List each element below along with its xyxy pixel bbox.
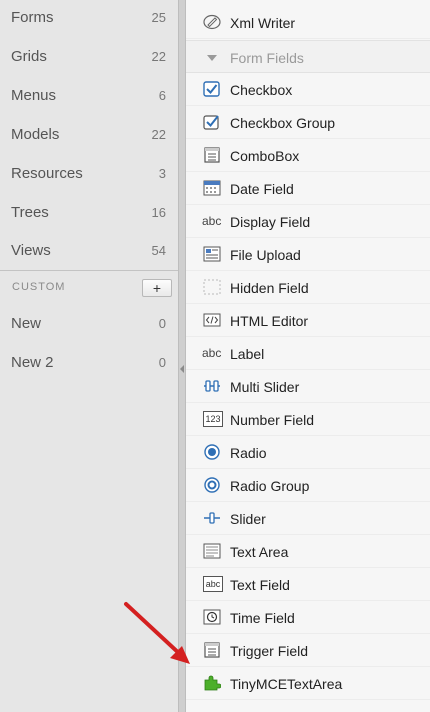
toolbox-item-xml-writer[interactable]: Xml Writer [186, 6, 430, 39]
custom-item-new[interactable]: New 0 [0, 306, 178, 345]
left-item-label: Views [11, 242, 51, 259]
radio-icon [204, 444, 220, 460]
radio-group-icon [204, 477, 220, 493]
toolbox-item-checkbox-group[interactable]: Checkbox Group [186, 106, 430, 139]
custom-divider [0, 270, 178, 271]
expand-triangle-icon [207, 55, 217, 61]
left-item-label: Menus [11, 87, 57, 104]
custom-item-count: 0 [158, 355, 166, 370]
toolbox-item-slider[interactable]: Slider [186, 502, 430, 535]
toolbox-item-html-editor[interactable]: HTML Editor [186, 304, 430, 337]
abc-text-icon: abc [202, 214, 222, 228]
calendar-icon [203, 180, 221, 196]
toolbox-item-label: Text Field [230, 577, 290, 593]
toolbox-item-label: Radio Group [230, 478, 310, 494]
left-item-views[interactable]: Views 54 [0, 233, 178, 272]
red-arrow-annotation [124, 602, 190, 664]
toolbox-item-label: Label [230, 346, 265, 362]
xml-writer-icon [203, 14, 221, 30]
toolbox-item-label: Number Field [230, 412, 315, 428]
left-item-resources[interactable]: Resources 3 [0, 156, 178, 195]
html-editor-icon [203, 313, 221, 327]
left-item-label: Trees [11, 204, 49, 221]
left-item-trees[interactable]: Trees 16 [0, 195, 178, 234]
left-item-count: 6 [158, 88, 166, 103]
clock-icon [203, 609, 221, 625]
custom-item-label: New 2 [11, 354, 54, 371]
toolbox-item-label: Radio [230, 445, 267, 461]
toolbox-item-label: ComboBox [230, 148, 300, 164]
toolbox-item-label: Text Area [230, 544, 289, 560]
multi-slider-icon [204, 380, 220, 392]
left-item-label: Forms [11, 9, 54, 26]
toolbox-item-label: Date Field [230, 181, 294, 197]
checkbox-icon [203, 81, 220, 97]
toolbox-item-date-field[interactable]: Date Field [186, 172, 430, 205]
slider-icon [204, 512, 220, 524]
left-item-forms[interactable]: Forms 25 [0, 0, 178, 39]
text-area-icon [203, 543, 221, 559]
toolbox-item-label: TinyMCETextArea [230, 676, 343, 692]
toolbox-item-hidden-field[interactable]: Hidden Field [186, 271, 430, 304]
left-item-menus[interactable]: Menus 6 [0, 78, 178, 117]
combobox-icon [204, 147, 220, 163]
toolbox-item-label: Time Field [230, 610, 295, 626]
left-item-count: 54 [151, 243, 166, 258]
toolbox-item-label: File Upload [230, 247, 301, 263]
toolbox-item-label: Hidden Field [230, 280, 309, 296]
checkbox-group-icon [203, 115, 219, 130]
custom-item-label: New [11, 315, 42, 332]
left-item-grids[interactable]: Grids 22 [0, 39, 178, 78]
file-upload-icon [203, 246, 221, 262]
hidden-field-icon [203, 279, 221, 295]
left-item-count: 22 [151, 127, 166, 142]
left-item-count: 16 [151, 205, 166, 220]
left-item-models[interactable]: Models 22 [0, 117, 178, 156]
text-field-icon: abc [203, 576, 223, 592]
toolbox-item-label: Xml Writer [230, 15, 296, 31]
toolbox-item-file-upload[interactable]: File Upload [186, 238, 430, 271]
section-title: Form Fields [230, 50, 304, 66]
toolbox-item-display-field[interactable]: abc Display Field [186, 205, 430, 238]
toolbox-item-text-area[interactable]: Text Area [186, 535, 430, 568]
toolbox-item-multi-slider[interactable]: Multi Slider [186, 370, 430, 403]
puzzle-plugin-icon [204, 675, 221, 691]
custom-heading: CUSTOM [12, 281, 66, 293]
custom-item-count: 0 [158, 316, 166, 331]
toolbox-item-label: Checkbox Group [230, 115, 336, 131]
toolbox-item-label: Slider [230, 511, 266, 527]
number-field-icon: 123 [203, 411, 223, 427]
toolbox-item-label: Trigger Field [230, 643, 309, 659]
toolbox-item-combobox[interactable]: ComboBox [186, 139, 430, 172]
toolbox-item-time-field[interactable]: Time Field [186, 601, 430, 634]
toolbox-item-label: Display Field [230, 214, 311, 230]
toolbox-item-label: Multi Slider [230, 379, 300, 395]
toolbox-item-trigger-field[interactable]: Trigger Field [186, 634, 430, 667]
left-item-label: Resources [11, 165, 83, 182]
left-item-label: Models [11, 126, 60, 143]
toolbox-item-radio[interactable]: Radio [186, 436, 430, 469]
toolbox-item-label: HTML Editor [230, 313, 309, 329]
trigger-field-icon [204, 642, 220, 658]
section-header-form-fields[interactable]: Form Fields [186, 40, 430, 73]
add-custom-button[interactable]: + [142, 279, 172, 297]
toolbox-item-number-field[interactable]: 123 Number Field [186, 403, 430, 436]
custom-item-new-2[interactable]: New 2 0 [0, 345, 178, 384]
left-item-label: Grids [11, 48, 47, 65]
toolbox-item-text-field[interactable]: abc Text Field [186, 568, 430, 601]
toolbox-panel: Xml Writer Form Fields Checkbox Checkbox… [186, 0, 430, 712]
toolbox-item-checkbox[interactable]: Checkbox [186, 73, 430, 106]
toolbox-item-radio-group[interactable]: Radio Group [186, 469, 430, 502]
left-item-count: 3 [158, 166, 166, 181]
left-item-count: 25 [151, 10, 166, 25]
abc-text-icon: abc [202, 346, 222, 360]
toolbox-item-tinymce-textarea[interactable]: TinyMCETextArea [186, 667, 430, 700]
collapse-arrow-icon[interactable] [180, 365, 184, 373]
toolbox-item-label: Checkbox [230, 82, 293, 98]
toolbox-item-label[interactable]: abc Label [186, 337, 430, 370]
left-item-count: 22 [151, 49, 166, 64]
